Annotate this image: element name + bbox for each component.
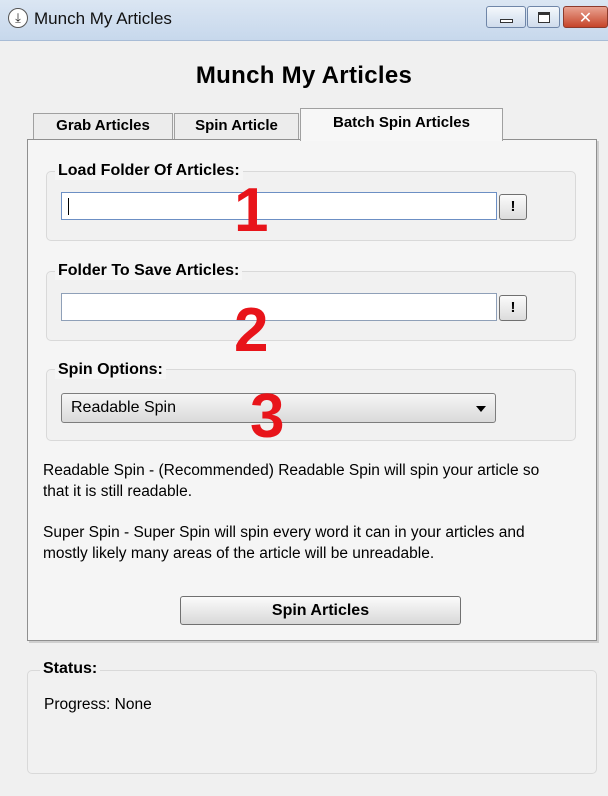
load-folder-browse-button[interactable]: ! <box>499 194 527 220</box>
spin-articles-button[interactable]: Spin Articles <box>180 596 461 625</box>
annotation-number-1: 1 <box>234 176 269 245</box>
window-title: Munch My Articles <box>34 9 172 28</box>
super-spin-description: Super Spin - Super Spin will spin every … <box>43 524 525 562</box>
readable-spin-description: Readable Spin - (Recommended) Readable S… <box>43 462 540 500</box>
maximize-icon <box>537 11 550 23</box>
minimize-button[interactable] <box>486 6 526 28</box>
status-group <box>27 670 597 774</box>
text-caret <box>68 198 69 215</box>
tab-grab-articles[interactable]: Grab Articles <box>33 113 173 139</box>
save-folder-label: Folder To Save Articles: <box>55 262 243 280</box>
spin-options-label: Spin Options: <box>55 361 166 379</box>
load-folder-label: Load Folder Of Articles: <box>55 162 243 180</box>
load-folder-input[interactable] <box>61 192 497 220</box>
spin-options-value: Readable Spin <box>71 399 176 416</box>
tab-batch-spin-articles[interactable]: Batch Spin Articles <box>300 108 503 141</box>
close-icon: ✕ <box>578 7 593 27</box>
minimize-icon <box>499 19 513 23</box>
batch-spin-panel: Load Folder Of Articles: ! Folder To Sav… <box>27 139 597 641</box>
annotation-number-3: 3 <box>250 382 285 451</box>
save-folder-input[interactable] <box>61 293 497 321</box>
app-heading: Munch My Articles <box>195 62 413 89</box>
tab-spin-article[interactable]: Spin Article <box>174 113 299 139</box>
progress-text: Progress: None <box>44 696 152 713</box>
chevron-down-icon <box>476 406 486 412</box>
title-bar[interactable]: ⤓ Munch My Articles ✕ <box>0 0 608 41</box>
annotation-number-2: 2 <box>234 296 269 365</box>
close-button[interactable]: ✕ <box>563 6 608 28</box>
status-label: Status: <box>40 660 101 678</box>
app-download-icon: ⤓ <box>8 8 28 28</box>
maximize-button[interactable] <box>527 6 560 28</box>
save-folder-browse-button[interactable]: ! <box>499 295 527 321</box>
